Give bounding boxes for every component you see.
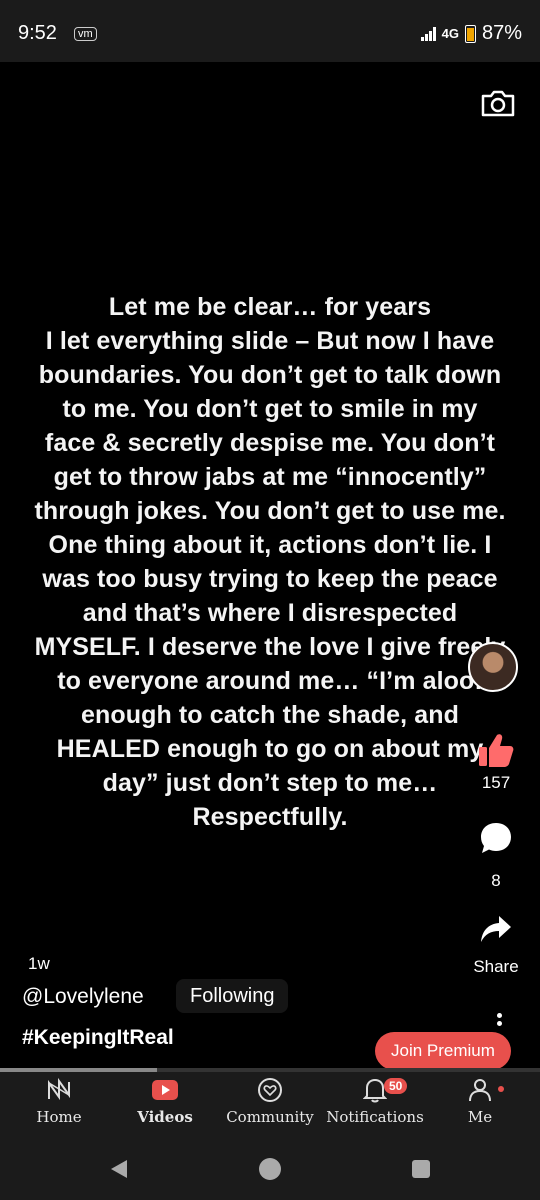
tab-home[interactable]: Home: [22, 1072, 96, 1136]
comment-button[interactable]: 8: [470, 820, 522, 891]
tab-notifications[interactable]: 50 Notifications: [324, 1072, 426, 1136]
post-text-line: MYSELF. I deserve the love I give freely: [34, 633, 506, 661]
voicemail-icon: vm: [74, 27, 97, 41]
post-text-line: and that’s where I disrespected: [82, 599, 458, 627]
network-type: 4G: [441, 26, 459, 41]
battery-level: 87%: [481, 22, 522, 44]
post-age: 1w: [28, 954, 50, 973]
post-text-line: enough to catch the shade, and: [80, 701, 460, 729]
post-text-line: Respectfully.: [192, 803, 348, 831]
bell-icon: [363, 1078, 387, 1103]
more-options-icon[interactable]: [494, 1010, 504, 1029]
post-text-line: face & secretly despise me. You don’t: [44, 429, 496, 457]
post-text-line: One thing about it, actions don’t lie. I: [48, 531, 492, 559]
recents-icon[interactable]: [410, 1158, 432, 1180]
post-text-line: day” just don’t step to me…: [102, 769, 438, 797]
post-text-line: through jokes. You don’t get to use me.: [34, 497, 506, 525]
tab-label: Notifications: [326, 1108, 424, 1126]
home-logo-icon: [48, 1078, 70, 1101]
community-heart-icon: [258, 1078, 282, 1102]
tab-me[interactable]: Me: [450, 1072, 510, 1136]
like-button[interactable]: 157: [470, 732, 522, 793]
notification-badge: 50: [384, 1078, 408, 1094]
play-icon: [152, 1080, 178, 1100]
post-text-line: Let me be clear… for years: [108, 293, 432, 321]
post-text-line: to everyone around me… “I’m aloof: [57, 667, 483, 695]
home-button-icon[interactable]: [258, 1157, 282, 1181]
tab-label: Community: [226, 1108, 314, 1126]
battery-icon: [464, 24, 476, 43]
system-nav-bar: [0, 1136, 540, 1200]
hashtag-link[interactable]: #KeepingItReal: [22, 1026, 174, 1050]
share-button[interactable]: Share: [470, 914, 522, 977]
share-label: Share: [473, 957, 519, 976]
tab-label: Home: [36, 1108, 82, 1126]
tab-community[interactable]: Community: [222, 1072, 318, 1136]
post-text-line: to me. You don’t get to smile in my: [62, 395, 478, 423]
status-indicators: 4G 87%: [420, 22, 522, 45]
comment-bubble-icon: [481, 823, 511, 853]
tab-label: Videos: [137, 1108, 193, 1126]
bottom-tab-bar: Home Videos Community 50 Notifications M…: [0, 1072, 540, 1136]
camera-icon[interactable]: [480, 88, 516, 118]
back-icon[interactable]: [108, 1158, 130, 1180]
tab-videos[interactable]: Videos: [130, 1072, 200, 1136]
post-text-line: get to throw jabs at me “innocently”: [53, 463, 487, 491]
person-icon: [469, 1079, 491, 1102]
status-bar: 9:52 vm 4G 87%: [0, 0, 540, 62]
thumbs-up-icon: [479, 734, 514, 767]
like-count: 157: [481, 773, 511, 792]
share-arrow-icon: [481, 916, 511, 942]
post-text: Let me be clear… for years I let everythi…: [0, 290, 540, 834]
author-avatar[interactable]: [468, 642, 518, 692]
tab-label: Me: [467, 1108, 493, 1126]
post-text-line: was too busy trying to keep the peace: [42, 565, 498, 593]
post-text-line: I let everything slide – But now I have: [45, 327, 495, 355]
author-handle[interactable]: @Lovelylene: [22, 985, 144, 1009]
post-text-line: HEALED enough to go on about my: [56, 735, 484, 763]
post-text-line: boundaries. You don’t get to talk down: [38, 361, 502, 389]
unread-dot-icon: [498, 1086, 504, 1092]
following-button[interactable]: Following: [176, 979, 289, 1013]
signal-icon: [420, 26, 436, 41]
comment-count: 8: [491, 871, 501, 890]
join-premium-button[interactable]: Join Premium: [375, 1032, 511, 1078]
status-time: 9:52: [18, 22, 57, 44]
